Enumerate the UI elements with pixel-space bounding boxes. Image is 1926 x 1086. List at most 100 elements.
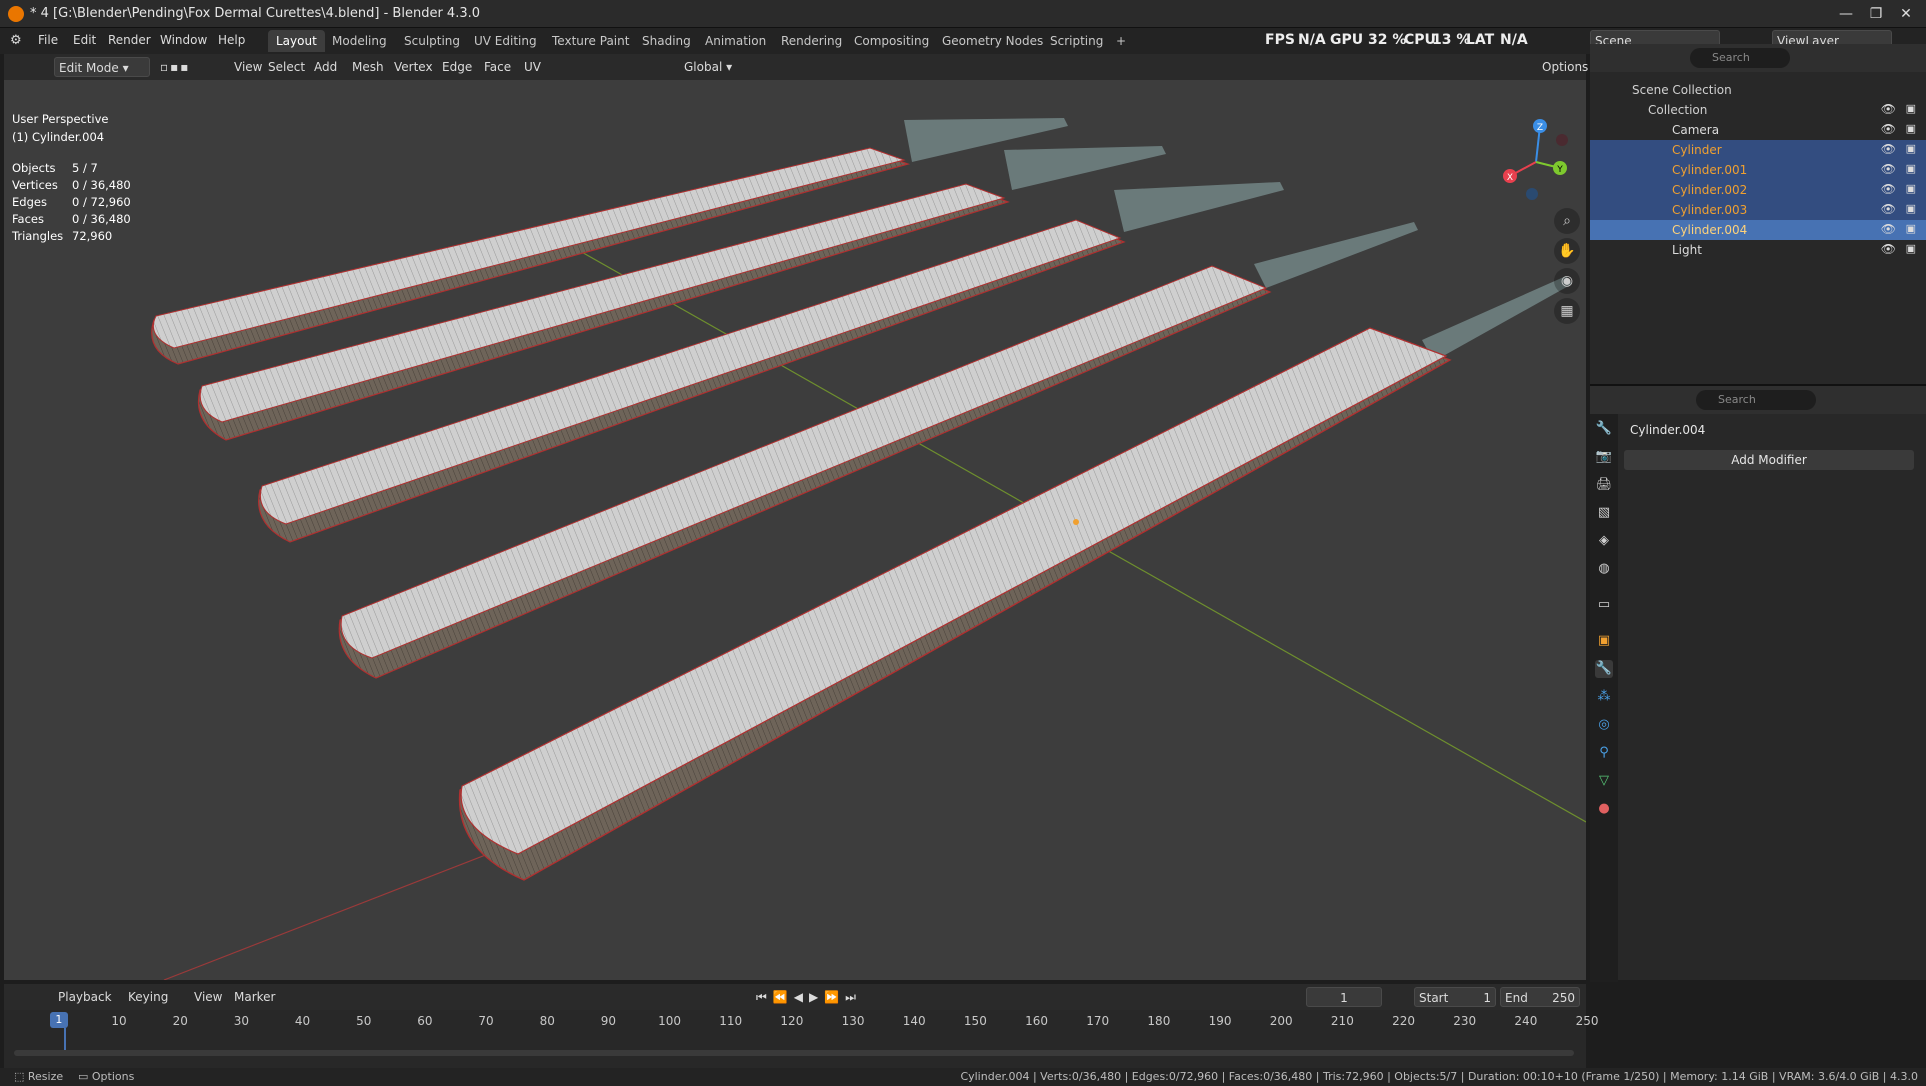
collection-label: Collection: [1648, 103, 1708, 117]
menu-select[interactable]: Select: [264, 57, 309, 77]
camera-view-icon[interactable]: ◉: [1554, 268, 1580, 294]
outliner-item-label: Cylinder: [1672, 143, 1722, 157]
outliner-item-cylinder-002[interactable]: Cylinder.002 👁 ▣: [1590, 180, 1926, 200]
options-button[interactable]: Options: [1538, 57, 1592, 77]
timeline-tick-label: 210: [1330, 1014, 1354, 1028]
tab-rendering[interactable]: Rendering: [773, 30, 850, 52]
blender-logo-icon: [8, 6, 24, 22]
tab-compositing[interactable]: Compositing: [846, 30, 937, 52]
outliner-item-camera[interactable]: Camera 👁 ▣: [1590, 120, 1926, 140]
menu-help[interactable]: Help: [218, 33, 245, 47]
view-perspective-label: User Perspective: [12, 112, 109, 126]
render-camera-icon[interactable]: ▣: [1906, 182, 1916, 195]
eye-icon[interactable]: 👁: [1881, 182, 1896, 196]
modifier-tab-icon[interactable]: 🔧: [1595, 660, 1613, 678]
status-info: Cylinder.004 | Verts:0/36,480 | Edges:0/…: [960, 1070, 1918, 1083]
tab-shading[interactable]: Shading: [634, 30, 699, 52]
menu-file[interactable]: File: [38, 33, 58, 47]
menu-edit[interactable]: Edit: [73, 33, 96, 47]
mode-selector[interactable]: Edit Mode ▾: [54, 57, 150, 77]
eye-icon[interactable]: 👁: [1881, 142, 1896, 156]
navigation-gizmo[interactable]: Z X Y: [1488, 114, 1584, 210]
eye-icon[interactable]: 👁: [1881, 162, 1896, 176]
transform-orientation-selector[interactable]: Global ▾: [680, 57, 754, 77]
outliner-item-cylinder-001[interactable]: Cylinder.001 👁 ▣: [1590, 160, 1926, 180]
outliner-search-input[interactable]: Search: [1690, 48, 1790, 68]
eye-icon[interactable]: 👁: [1881, 102, 1896, 116]
properties-tabs: 🔧 📷 🖨 ▧ ◈ ◍ ▭ ▣ 🔧 ⁂ ◎ ⚲ ▽ ●: [1590, 414, 1618, 982]
render-camera-icon[interactable]: ▣: [1906, 142, 1916, 155]
tab-sculpting[interactable]: Sculpting: [396, 30, 468, 52]
eye-icon[interactable]: 👁: [1881, 242, 1896, 256]
pan-hand-icon[interactable]: ✋: [1554, 238, 1580, 264]
output-tab-icon[interactable]: 🖨: [1595, 476, 1613, 494]
playhead-frame-indicator[interactable]: 1: [49, 1012, 68, 1028]
outliner-item-cylinder[interactable]: Cylinder 👁 ▣: [1590, 140, 1926, 160]
tab-geometry-nodes[interactable]: Geometry Nodes: [934, 30, 1051, 52]
stat-faces-label: Faces: [12, 212, 44, 226]
mode-label: Edit Mode: [59, 61, 119, 75]
timeline-tick-label: 130: [841, 1014, 865, 1028]
outliner-item-light[interactable]: Light 👁 ▣: [1590, 240, 1926, 260]
tab-modeling[interactable]: Modeling: [324, 30, 395, 52]
menu-add[interactable]: Add: [310, 57, 341, 77]
render-tab-icon[interactable]: 📷: [1595, 448, 1613, 466]
render-camera-icon[interactable]: ▣: [1906, 242, 1916, 255]
timeline-tick-label: 110: [719, 1014, 743, 1028]
zoom-icon[interactable]: ⌕: [1554, 208, 1580, 234]
properties-search-input[interactable]: Search: [1696, 390, 1816, 410]
eye-icon[interactable]: 👁: [1881, 122, 1896, 136]
timeline-tick-label: 80: [539, 1014, 555, 1028]
gizmo-z-label: Z: [1537, 123, 1543, 133]
gizmo-x-label: X: [1507, 173, 1513, 183]
collection-tab-icon[interactable]: ▭: [1595, 596, 1613, 614]
constraints-tab-icon[interactable]: ⚲: [1595, 744, 1613, 762]
render-camera-icon[interactable]: ▣: [1906, 202, 1916, 215]
menu-vertex[interactable]: Vertex: [390, 57, 437, 77]
world-tab-icon[interactable]: ◍: [1595, 560, 1613, 578]
eye-icon[interactable]: 👁: [1881, 222, 1896, 236]
menu-window[interactable]: Window: [160, 33, 207, 47]
menu-mesh[interactable]: Mesh: [348, 57, 388, 77]
properties-object-name: Cylinder.004: [1630, 423, 1706, 437]
render-camera-icon[interactable]: ▣: [1906, 162, 1916, 175]
tab-animation[interactable]: Animation: [697, 30, 774, 52]
tab-scripting[interactable]: Scripting: [1042, 30, 1111, 52]
menu-edge[interactable]: Edge: [438, 57, 476, 77]
outliner-item-label: Cylinder.002: [1672, 183, 1748, 197]
outliner-item-cylinder-004[interactable]: Cylinder.004 👁 ▣: [1590, 220, 1926, 240]
outliner-item-cylinder-003[interactable]: Cylinder.003 👁 ▣: [1590, 200, 1926, 220]
eye-icon[interactable]: 👁: [1881, 202, 1896, 216]
data-tab-icon[interactable]: ▽: [1595, 772, 1613, 790]
scene-tab-icon[interactable]: ◈: [1595, 532, 1613, 550]
stat-edges-value: 0 / 72,960: [72, 195, 131, 209]
add-modifier-button[interactable]: Add Modifier: [1624, 450, 1914, 470]
menu-uv[interactable]: UV: [520, 57, 545, 77]
blender-menu-icon[interactable]: ⚙: [10, 33, 22, 48]
object-tab-icon[interactable]: ▣: [1595, 632, 1613, 650]
tab-uv-editing[interactable]: UV Editing: [466, 30, 545, 52]
menu-view[interactable]: View: [230, 57, 266, 77]
menu-render[interactable]: Render: [108, 33, 151, 47]
gizmo-y-label: Y: [1556, 165, 1563, 175]
close-button[interactable]: ✕: [1886, 3, 1926, 25]
particles-tab-icon[interactable]: ⁂: [1595, 688, 1613, 706]
3d-viewport[interactable]: User Perspective (1) Cylinder.004 Object…: [4, 80, 1586, 980]
view-layer-tab-icon[interactable]: ▧: [1595, 504, 1613, 522]
select-mode-icons[interactable]: ▫▪▪: [156, 57, 216, 77]
menu-face[interactable]: Face: [480, 57, 515, 77]
tool-tab-icon[interactable]: 🔧: [1595, 420, 1613, 438]
collection-row[interactable]: Collection 👁 ▣: [1590, 100, 1926, 120]
physics-tab-icon[interactable]: ◎: [1595, 716, 1613, 734]
render-camera-icon[interactable]: ▣: [1906, 222, 1916, 235]
add-workspace-button[interactable]: +: [1108, 30, 1134, 52]
ortho-grid-icon[interactable]: ▦: [1554, 298, 1580, 324]
render-camera-icon[interactable]: ▣: [1906, 102, 1916, 115]
timeline-tick-label: 250: [1575, 1014, 1599, 1028]
tab-texture-paint[interactable]: Texture Paint: [544, 30, 637, 52]
tab-layout[interactable]: Layout: [268, 30, 325, 52]
timeline-scrollbar[interactable]: [14, 1050, 1574, 1056]
render-camera-icon[interactable]: ▣: [1906, 122, 1916, 135]
scene-collection-row[interactable]: Scene Collection: [1590, 80, 1926, 100]
material-tab-icon[interactable]: ●: [1595, 800, 1613, 818]
